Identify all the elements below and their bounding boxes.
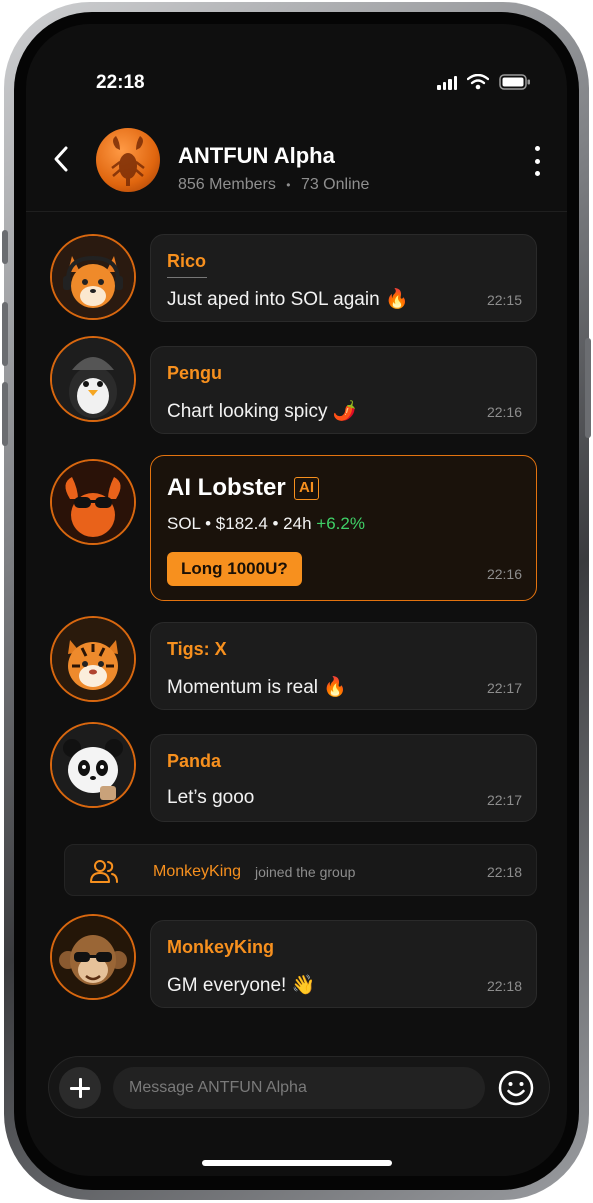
group-subtitle: 856 Members • 73 Online bbox=[178, 176, 369, 194]
message-sender[interactable]: Rico bbox=[167, 251, 206, 272]
mute-switch bbox=[2, 230, 8, 264]
wifi-icon bbox=[467, 74, 489, 90]
system-user-name[interactable]: MonkeyKing bbox=[153, 863, 241, 881]
message-sender[interactable]: Pengu bbox=[167, 363, 222, 384]
message-text: GM everyone! 👋 bbox=[167, 975, 316, 996]
long-action-button[interactable]: Long 1000U? bbox=[167, 552, 302, 586]
message-composer bbox=[48, 1056, 550, 1118]
avatar-rico[interactable] bbox=[50, 234, 136, 320]
avatar-monkeyking[interactable] bbox=[50, 914, 136, 1000]
message-bubble[interactable]: Pengu Chart looking spicy 🌶️ 22:16 bbox=[150, 346, 537, 434]
separator: • bbox=[286, 178, 291, 192]
message-time: 22:16 bbox=[486, 566, 522, 582]
message-text: Chart looking spicy 🌶️ bbox=[167, 401, 357, 422]
system-message: MonkeyKing joined the group 22:18 bbox=[64, 844, 537, 896]
system-text: joined the group bbox=[255, 864, 356, 880]
message-bubble[interactable]: Panda Let’s gooo 22:17 bbox=[150, 734, 537, 822]
ai-message-bubble[interactable]: AI Lobster AI SOL • $182.4 • 24h +6.2% L… bbox=[150, 455, 537, 601]
signal-icon bbox=[437, 74, 457, 90]
online-count: 73 Online bbox=[300, 176, 370, 193]
status-time: 22:18 bbox=[96, 72, 145, 93]
message-time: 22:17 bbox=[486, 792, 522, 808]
users-icon bbox=[90, 860, 118, 883]
avatar-pengu[interactable] bbox=[50, 336, 136, 422]
message-input[interactable] bbox=[113, 1067, 485, 1109]
message-time: 22:17 bbox=[486, 680, 522, 696]
chat-header: ANTFUN Alpha 856 Members • 73 Online bbox=[26, 122, 567, 212]
avatar-ai-lobster[interactable] bbox=[50, 459, 136, 545]
message-bubble[interactable]: MonkeyKing GM everyone! 👋 22:18 bbox=[150, 920, 537, 1008]
back-icon[interactable] bbox=[50, 144, 74, 174]
volume-up-button bbox=[2, 302, 8, 366]
message-sender[interactable]: Tigs: X bbox=[167, 639, 227, 660]
screen: 22:18 ANTFUN Alpha 856 Members • 73 Onli… bbox=[26, 24, 567, 1176]
system-time: 22:18 bbox=[486, 864, 522, 880]
message-text: Just aped into SOL again 🔥 bbox=[167, 289, 409, 310]
message-sender[interactable]: Panda bbox=[167, 751, 221, 772]
home-indicator[interactable] bbox=[202, 1160, 392, 1166]
price-info: SOL • $182.4 • 24h bbox=[167, 514, 312, 533]
group-title: ANTFUN Alpha bbox=[178, 143, 335, 168]
ai-badge: AI bbox=[294, 477, 319, 500]
battery-icon bbox=[499, 74, 530, 90]
sender-underline bbox=[167, 277, 207, 278]
emoji-icon[interactable] bbox=[497, 1069, 535, 1107]
message-sender[interactable]: AI Lobster bbox=[167, 474, 286, 502]
message-text: Let’s gooo bbox=[167, 787, 255, 808]
message-sender[interactable]: MonkeyKing bbox=[167, 937, 274, 958]
message-time: 22:18 bbox=[486, 978, 522, 994]
price-change: +6.2% bbox=[316, 514, 365, 533]
avatar-tigs[interactable] bbox=[50, 616, 136, 702]
message-text: Momentum is real 🔥 bbox=[167, 677, 347, 698]
more-icon[interactable] bbox=[533, 146, 541, 176]
power-button bbox=[585, 338, 591, 438]
message-bubble[interactable]: Tigs: X Momentum is real 🔥 22:17 bbox=[150, 622, 537, 710]
plus-icon[interactable] bbox=[59, 1067, 101, 1109]
message-time: 22:16 bbox=[486, 404, 522, 420]
message-time: 22:15 bbox=[486, 292, 522, 308]
member-count: 856 Members bbox=[178, 176, 276, 193]
message-bubble[interactable]: Rico Just aped into SOL again 🔥 22:15 bbox=[150, 234, 537, 322]
group-avatar[interactable] bbox=[96, 128, 160, 192]
volume-down-button bbox=[2, 382, 8, 446]
price-line: SOL • $182.4 • 24h +6.2% bbox=[167, 514, 365, 534]
status-icons bbox=[437, 74, 531, 90]
avatar-panda[interactable] bbox=[50, 722, 136, 808]
